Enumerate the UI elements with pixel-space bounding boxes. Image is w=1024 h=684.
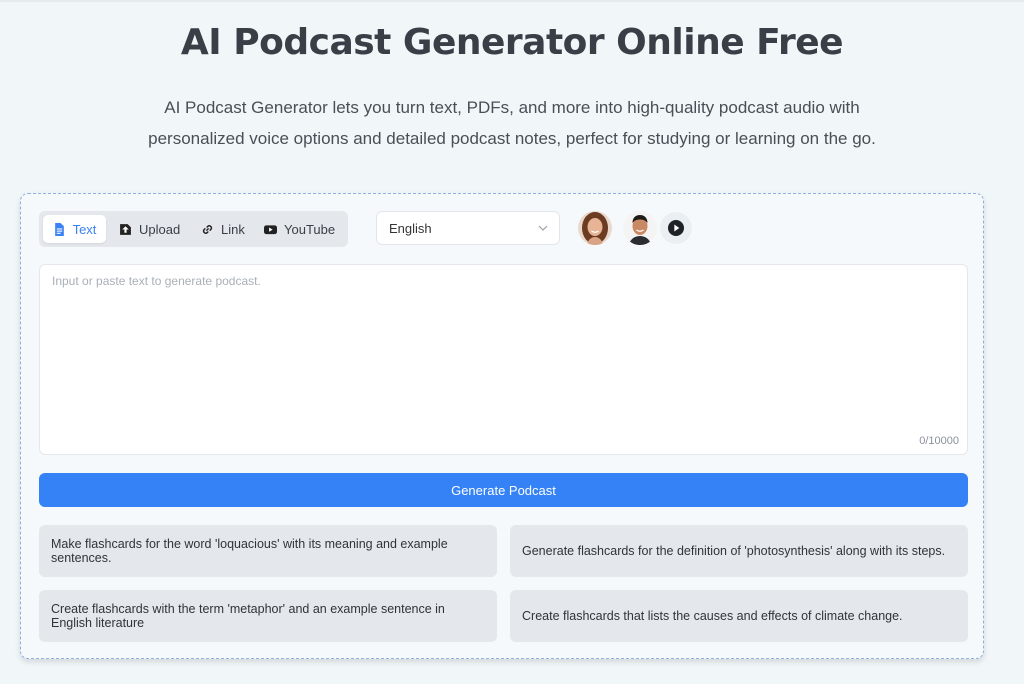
male-voice-avatar[interactable] [623, 211, 657, 245]
generate-podcast-button[interactable]: Generate Podcast [39, 473, 968, 507]
page-title: AI Podcast Generator Online Free [180, 22, 844, 63]
tab-text-label: Text [72, 221, 97, 237]
language-selected: English [389, 220, 432, 236]
tab-youtube-label: YouTube [284, 221, 336, 237]
tab-link-label: Link [221, 221, 245, 237]
upload-icon [120, 223, 131, 235]
character-counter: 0/10000 [919, 435, 959, 447]
generator-card: Text Upload Link YouTube English Input o… [20, 193, 984, 659]
subtitle-line-2: personalized voice options and detailed … [148, 129, 876, 148]
female-avatar-icon [578, 211, 612, 245]
suggestion-item[interactable]: Create flashcards that lists the causes … [510, 590, 968, 642]
text-input-area: 0/10000 [39, 264, 968, 455]
suggestion-item[interactable]: Make flashcards for the word 'loquacious… [39, 525, 497, 577]
page-subtitle: AI Podcast Generator lets you turn text,… [112, 92, 912, 154]
play-icon [674, 224, 680, 232]
language-select[interactable]: English [376, 211, 560, 245]
subtitle-line-1: AI Podcast Generator lets you turn text,… [164, 98, 860, 117]
female-voice-avatar[interactable] [578, 211, 612, 245]
tab-text[interactable]: Text [43, 215, 106, 243]
youtube-icon [264, 224, 277, 234]
tab-link[interactable]: Link [201, 215, 245, 243]
play-voice-button[interactable] [668, 220, 684, 236]
suggestion-item[interactable]: Create flashcards with the term 'metapho… [39, 590, 497, 642]
tab-upload[interactable]: Upload [119, 215, 180, 243]
link-icon [202, 224, 213, 234]
source-tabs: Text Upload Link YouTube [39, 211, 348, 247]
chevron-down-icon [538, 225, 548, 231]
podcast-text-input[interactable] [40, 265, 967, 454]
top-divider [0, 0, 1024, 2]
male-avatar-icon [623, 211, 657, 245]
document-icon [54, 222, 64, 236]
tab-upload-label: Upload [139, 221, 181, 237]
tab-youtube[interactable]: YouTube [264, 215, 335, 243]
suggestion-item[interactable]: Generate flashcards for the definition o… [510, 525, 968, 577]
